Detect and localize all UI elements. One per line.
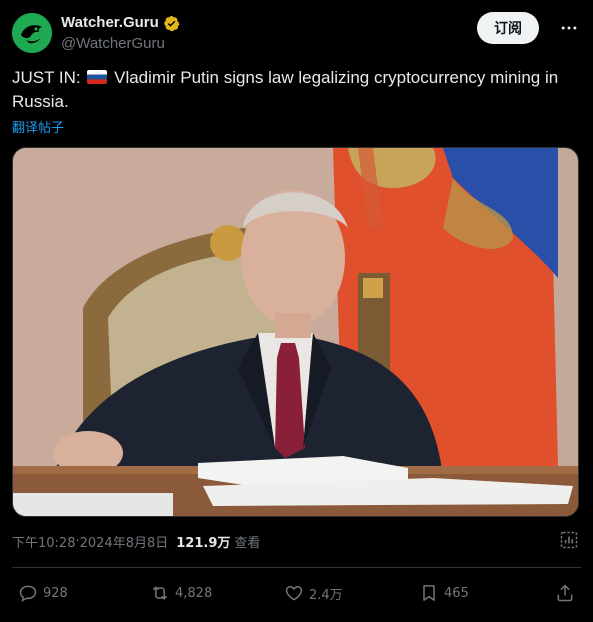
more-options-icon[interactable]: [557, 16, 581, 40]
tweet-date[interactable]: 2024年8月8日: [80, 532, 169, 551]
subscribe-button[interactable]: 订阅: [477, 12, 539, 44]
bookmark-button[interactable]: 465: [419, 583, 469, 603]
tweet-actions: 928 4,828 2.4万 465: [12, 583, 581, 607]
analytics-icon[interactable]: [559, 530, 579, 550]
bookmark-count: 465: [444, 585, 469, 601]
author-display-name[interactable]: Watcher.Guru: [61, 13, 180, 33]
tweet-header: Watcher.Guru @WatcherGuru 订阅: [12, 12, 581, 56]
share-button[interactable]: [555, 583, 575, 603]
tweet-image[interactable]: [12, 147, 579, 517]
author-handle[interactable]: @WatcherGuru: [61, 34, 180, 54]
retweet-button[interactable]: 4,828: [150, 583, 212, 603]
retweet-count: 4,828: [175, 585, 213, 601]
tweet-meta: 下午10:28 · 2024年8月8日 121.9万 查看: [12, 532, 260, 551]
reply-button[interactable]: 928: [18, 583, 68, 603]
translate-post-link[interactable]: 翻译帖子: [12, 117, 64, 136]
watcher-guru-logo-icon: [12, 13, 52, 53]
author-names: Watcher.Guru @WatcherGuru: [61, 13, 180, 54]
verified-badge-icon[interactable]: [163, 15, 180, 32]
tweet-text: JUST IN: Vladimir Putin signs law legali…: [12, 66, 577, 114]
views-label: 查看: [234, 536, 261, 551]
divider: [12, 567, 581, 568]
like-button[interactable]: 2.4万: [284, 583, 343, 603]
bookmark-icon: [423, 585, 435, 601]
russia-flag-icon: [87, 70, 108, 84]
reply-icon: [19, 585, 37, 602]
tweet-prefix: JUST IN:: [12, 68, 81, 87]
heart-icon: [285, 585, 303, 601]
retweet-icon: [152, 586, 168, 600]
reply-count: 928: [43, 585, 68, 601]
avatar[interactable]: [12, 13, 52, 53]
share-icon: [557, 584, 573, 602]
views-count: 121.9万: [176, 536, 231, 551]
like-count: 2.4万: [309, 587, 343, 603]
tweet-time[interactable]: 下午10:28: [12, 532, 75, 551]
author-display-name-text[interactable]: Watcher.Guru: [61, 13, 159, 33]
